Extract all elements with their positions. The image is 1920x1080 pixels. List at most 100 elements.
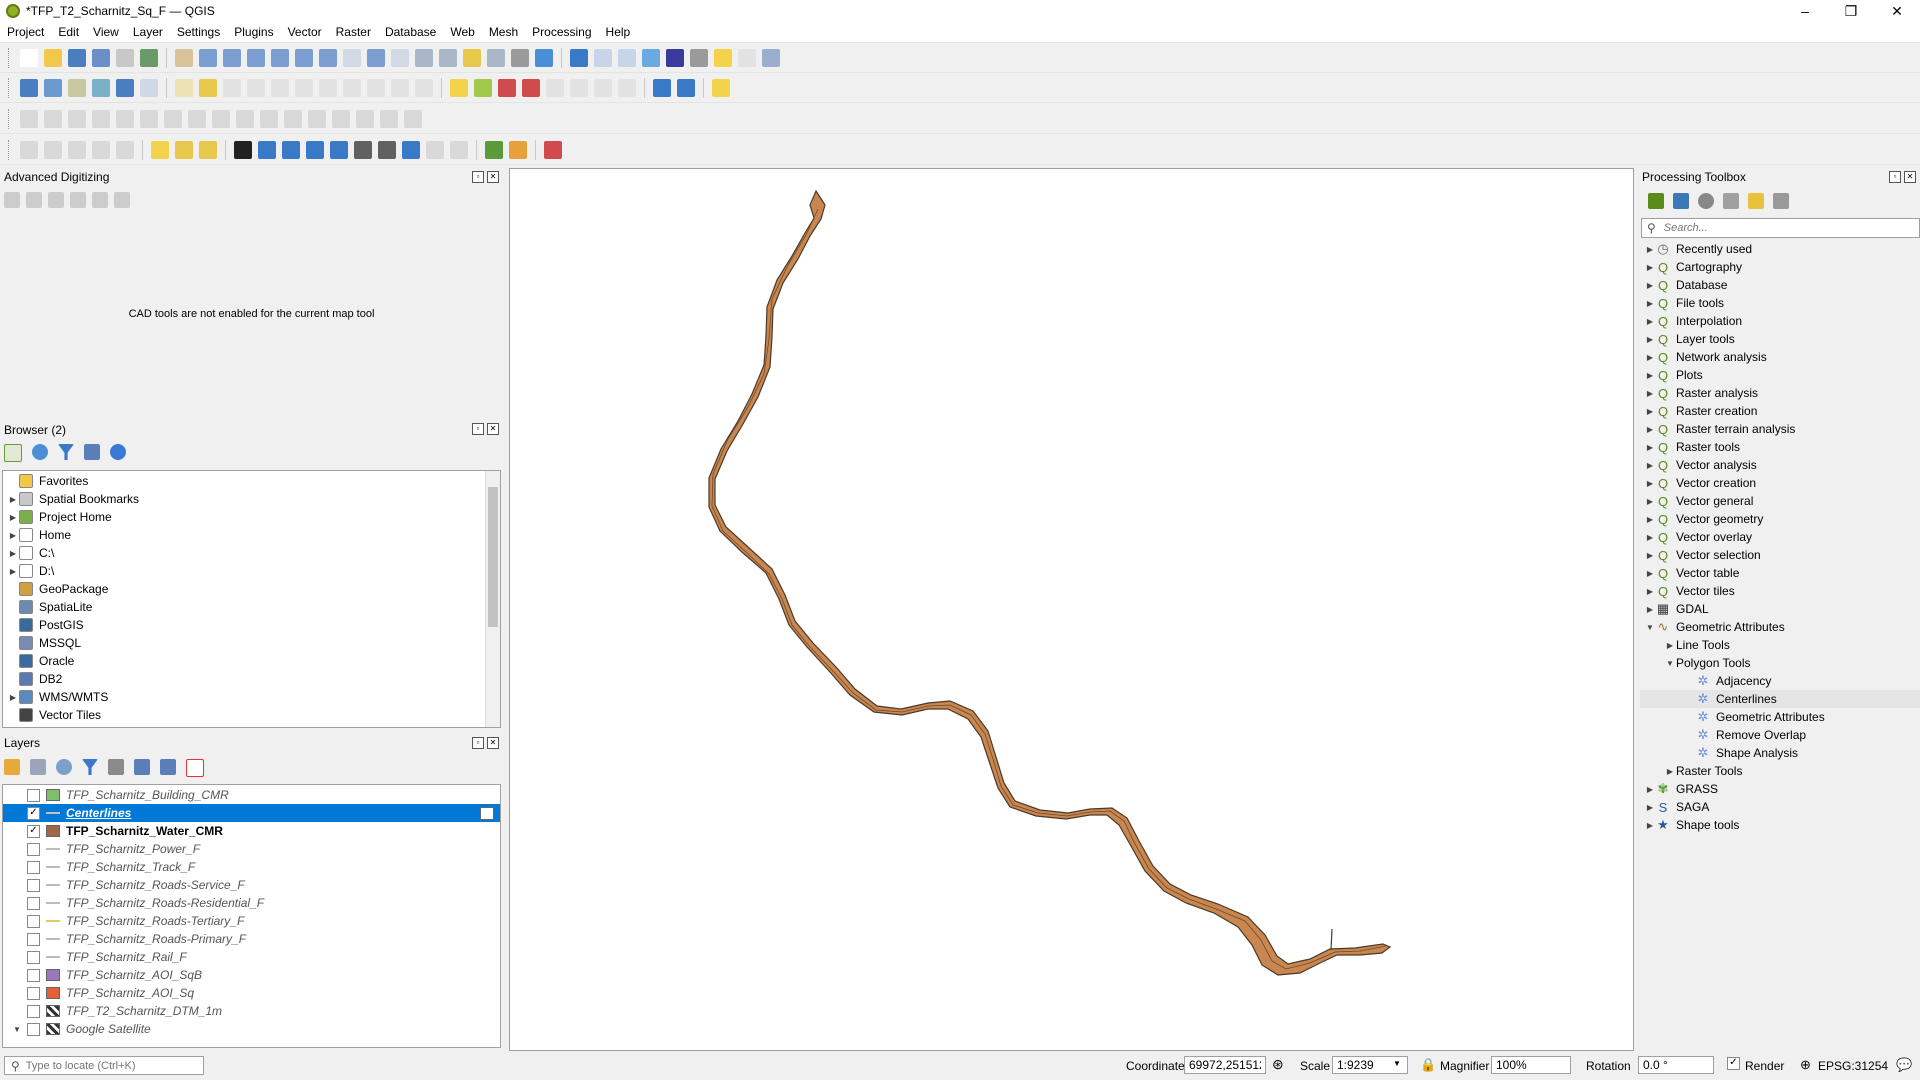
shape-digitizing-4-icon[interactable] bbox=[92, 140, 110, 159]
advanced-edit-5-icon[interactable] bbox=[116, 109, 134, 128]
expand-arrow-icon[interactable]: ▶ bbox=[1644, 389, 1656, 398]
toolbox-item[interactable]: ▶ Raster Tools bbox=[1640, 762, 1920, 780]
toolbar-grip[interactable] bbox=[8, 77, 11, 98]
python-scripts-icon[interactable] bbox=[1673, 193, 1689, 209]
topology-checker-icon[interactable] bbox=[677, 78, 695, 97]
toolbox-item[interactable]: ▶ Q Vector table bbox=[1640, 564, 1920, 582]
snap-vertex-icon[interactable] bbox=[306, 140, 324, 159]
toolbar-grip[interactable] bbox=[8, 108, 11, 129]
highlight-pinned-icon[interactable] bbox=[522, 78, 540, 97]
remove-layer-icon[interactable] bbox=[186, 759, 204, 777]
layer-row[interactable]: TFP_Scharnitz_Rail_F bbox=[3, 948, 500, 966]
expand-arrow-icon[interactable]: ▶ bbox=[1644, 569, 1656, 578]
toolbox-item[interactable]: ▶ Q Interpolation bbox=[1640, 312, 1920, 330]
vertex-tool-icon[interactable] bbox=[271, 78, 289, 97]
layer-row[interactable]: TFP_Scharnitz_Building_CMR bbox=[3, 786, 500, 804]
snap-intersections-icon[interactable] bbox=[402, 140, 420, 159]
menu-mesh[interactable]: Mesh bbox=[482, 25, 525, 39]
toggle-extents-icon[interactable]: ⊛ bbox=[1272, 1056, 1284, 1073]
browser-item[interactable]: ▶ WMS/WMTS bbox=[3, 688, 500, 706]
manage-map-themes-icon[interactable] bbox=[56, 759, 72, 775]
toolbox-item[interactable]: ▶ Q Vector overlay bbox=[1640, 528, 1920, 546]
options-icon[interactable] bbox=[1773, 193, 1789, 209]
add-selected-layers-icon[interactable] bbox=[4, 444, 22, 462]
snap-line-icon[interactable] bbox=[282, 140, 300, 159]
toolbox-item[interactable]: ▶ ◷ Recently used bbox=[1640, 240, 1920, 258]
layer-visibility-checkbox[interactable] bbox=[27, 1004, 40, 1018]
expand-arrow-icon[interactable]: ▶ bbox=[1644, 803, 1656, 812]
toolbox-item[interactable]: ▼ Polygon Tools bbox=[1640, 654, 1920, 672]
expand-arrow-icon[interactable]: ▶ bbox=[1644, 299, 1656, 308]
new-temporary-layer-icon[interactable] bbox=[140, 78, 158, 97]
paste-icon[interactable] bbox=[367, 78, 385, 97]
temporal-icon[interactable] bbox=[511, 48, 529, 67]
menu-vector[interactable]: Vector bbox=[281, 25, 329, 39]
menu-help[interactable]: Help bbox=[599, 25, 638, 39]
zoom-full-icon[interactable] bbox=[271, 48, 289, 67]
statistics-sum-icon[interactable] bbox=[666, 48, 684, 67]
layer-visibility-checkbox[interactable]: ✓ bbox=[27, 806, 40, 820]
expand-arrow-icon[interactable]: ▶ bbox=[1644, 515, 1656, 524]
toolbox-item[interactable]: ▶ Q Raster creation bbox=[1640, 402, 1920, 420]
maximize-button[interactable]: ❐ bbox=[1828, 0, 1874, 22]
select-features-icon[interactable] bbox=[151, 140, 169, 159]
zoom-selection-icon[interactable] bbox=[295, 48, 313, 67]
browser-item[interactable]: Vector Tiles bbox=[3, 706, 500, 724]
layer-visibility-checkbox[interactable] bbox=[27, 932, 40, 946]
locator-box[interactable]: ⚲ bbox=[4, 1056, 204, 1075]
layer-row[interactable]: TFP_Scharnitz_AOI_Sq bbox=[3, 984, 500, 1002]
snapping-toggle-icon[interactable] bbox=[234, 140, 252, 159]
snapping-tolerance-icon[interactable] bbox=[378, 140, 396, 159]
expand-arrow-icon[interactable]: ▶ bbox=[1644, 551, 1656, 560]
toggle-editing-icon[interactable] bbox=[199, 78, 217, 97]
new-bookmark-icon[interactable] bbox=[463, 48, 481, 67]
menu-web[interactable]: Web bbox=[443, 25, 481, 39]
crs-globe-icon[interactable]: ⊕ bbox=[1800, 1057, 1811, 1073]
advanced-edit-7-icon[interactable] bbox=[164, 109, 182, 128]
advanced-edit-2-icon[interactable] bbox=[44, 109, 62, 128]
toolbox-item[interactable]: ▶ Q Raster terrain analysis bbox=[1640, 420, 1920, 438]
zoom-out-icon[interactable] bbox=[247, 48, 265, 67]
change-label-icon[interactable] bbox=[594, 78, 612, 97]
expand-arrow-icon[interactable]: ▶ bbox=[1644, 443, 1656, 452]
toolbox-float-icon[interactable]: ▫ bbox=[1889, 171, 1901, 183]
filter-legend-icon[interactable] bbox=[82, 759, 98, 775]
browser-item[interactable]: PostGIS bbox=[3, 616, 500, 634]
expand-arrow-icon[interactable]: ▶ bbox=[1644, 425, 1656, 434]
layer-visibility-checkbox[interactable] bbox=[27, 914, 40, 928]
browser-item[interactable]: ▶ Project Home bbox=[3, 508, 500, 526]
expand-arrow-icon[interactable]: ▶ bbox=[1644, 353, 1656, 362]
perpendicular-icon[interactable] bbox=[70, 192, 86, 208]
snapping-icon[interactable] bbox=[92, 192, 108, 208]
open-attribute-table-icon[interactable] bbox=[594, 48, 612, 67]
toolbox-close-icon[interactable]: ✕ bbox=[1904, 171, 1916, 183]
zoom-layer-icon[interactable] bbox=[319, 48, 337, 67]
toolbar-grip[interactable] bbox=[8, 139, 11, 160]
dashed-grid-icon[interactable] bbox=[544, 140, 562, 159]
layer-row[interactable]: ✓ TFP_Scharnitz_Water_CMR bbox=[3, 822, 500, 840]
construction-mode-icon[interactable] bbox=[26, 192, 42, 208]
undo-icon[interactable] bbox=[391, 78, 409, 97]
float-panel-icon[interactable]: ▫ bbox=[472, 171, 484, 183]
browser-scroll-thumb[interactable] bbox=[488, 487, 498, 627]
toggle-editing-gear-icon[interactable] bbox=[642, 48, 660, 67]
expand-arrow-icon[interactable]: ▶ bbox=[7, 567, 19, 576]
layers-float-icon[interactable]: ▫ bbox=[472, 737, 484, 749]
browser-item[interactable]: MSSQL bbox=[3, 634, 500, 652]
expand-arrow-icon[interactable]: ▶ bbox=[1644, 461, 1656, 470]
advanced-edit-12-icon[interactable] bbox=[284, 109, 302, 128]
toolbox-item[interactable]: ✲ Centerlines bbox=[1640, 690, 1920, 708]
redo-icon[interactable] bbox=[415, 78, 433, 97]
map-canvas[interactable] bbox=[509, 168, 1634, 1051]
edit-features-in-place-icon[interactable] bbox=[1748, 193, 1764, 209]
layer-visibility-checkbox[interactable] bbox=[27, 950, 40, 964]
trace-icon[interactable] bbox=[258, 140, 276, 159]
expand-arrow-icon[interactable]: ▶ bbox=[1644, 785, 1656, 794]
delete-selected-icon[interactable] bbox=[295, 78, 313, 97]
rotation-field[interactable] bbox=[1638, 1056, 1714, 1074]
layer-visibility-checkbox[interactable] bbox=[27, 878, 40, 892]
expand-all-icon[interactable] bbox=[134, 759, 150, 775]
python-console-icon[interactable] bbox=[712, 78, 730, 97]
coordinate-field[interactable] bbox=[1184, 1056, 1266, 1074]
save-project-icon[interactable] bbox=[68, 48, 86, 67]
